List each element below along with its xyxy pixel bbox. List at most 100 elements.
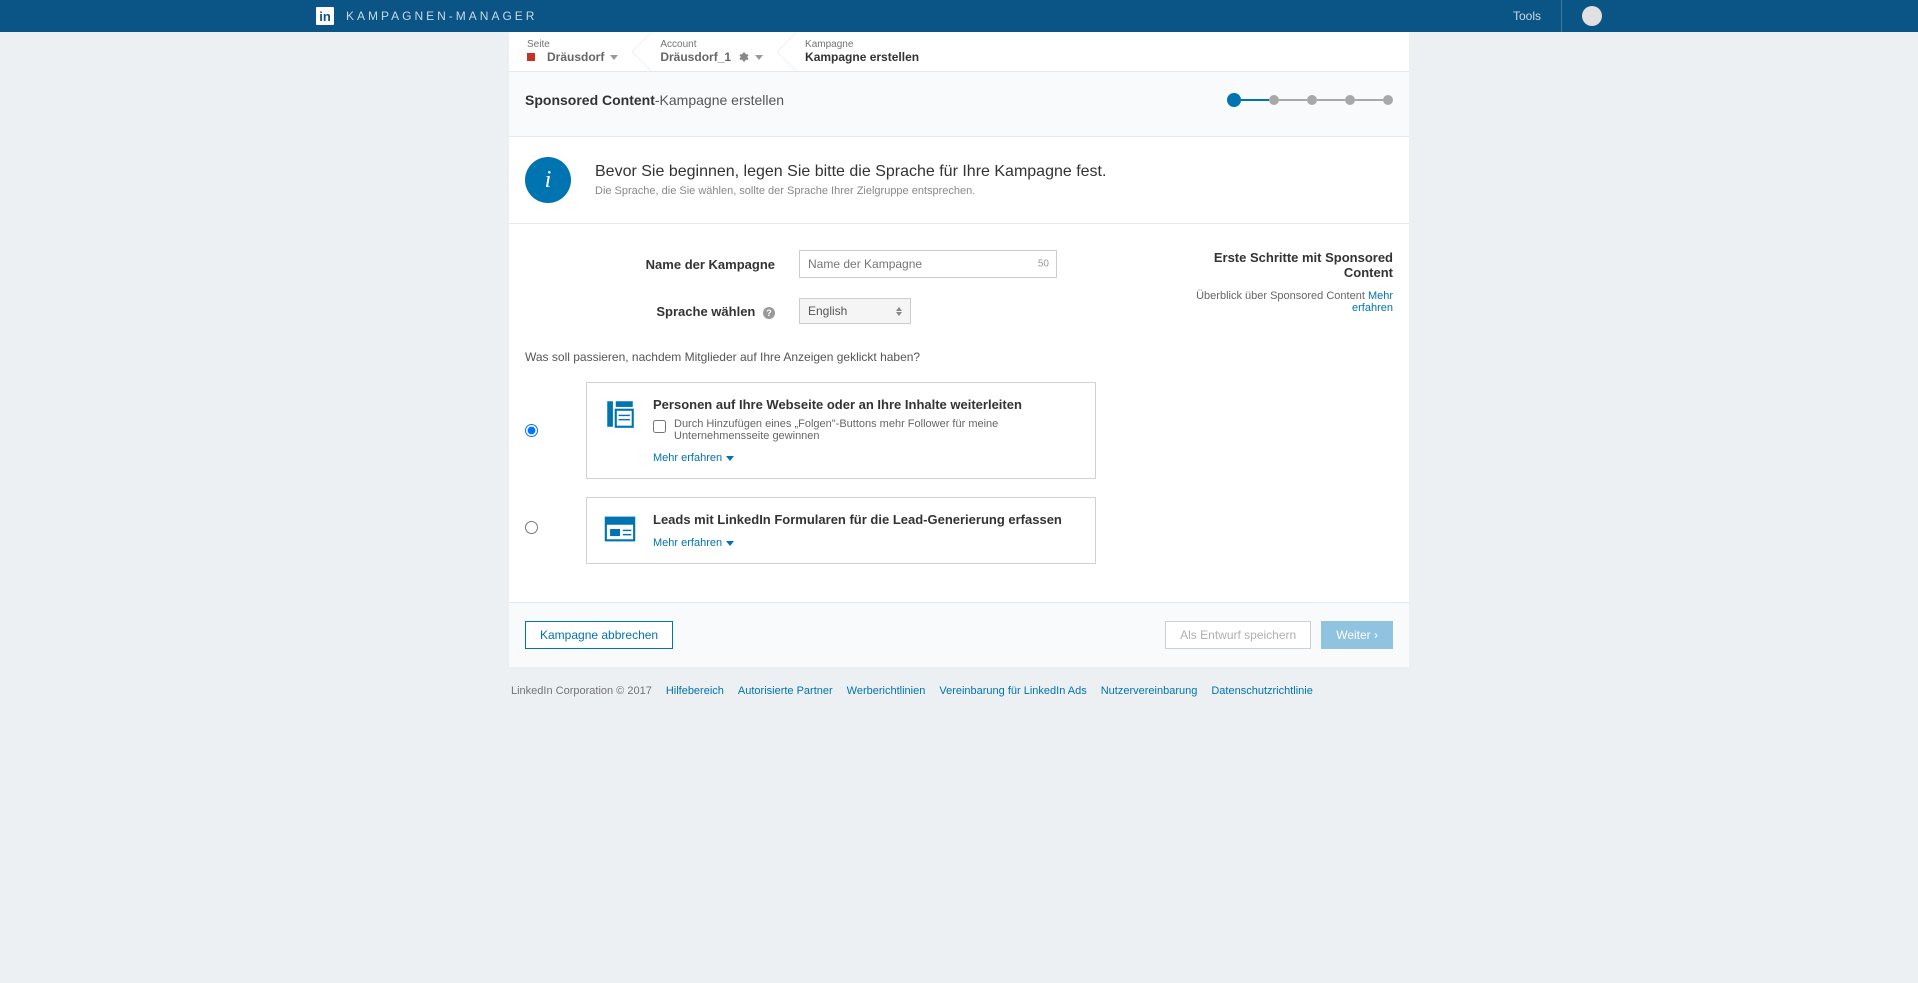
save-draft-button[interactable]: Als Entwurf speichern	[1165, 621, 1311, 649]
topbar-divider	[1561, 0, 1562, 32]
linkedin-logo-icon[interactable]: in	[316, 7, 334, 25]
next-button[interactable]: Weiter ›	[1321, 621, 1393, 649]
page-header: Sponsored Content-Kampagne erstellen	[509, 72, 1409, 137]
step-line	[1317, 99, 1345, 101]
crumb-seite[interactable]: Seite Dräusdorf	[509, 32, 642, 71]
footer-bar: Kampagne abbrechen Als Entwurf speichern…	[509, 602, 1409, 667]
step-5-dot	[1383, 95, 1393, 105]
campaign-name-input[interactable]	[799, 250, 1057, 278]
char-counter: 50	[1038, 259, 1049, 270]
help-icon[interactable]: ?	[763, 307, 775, 319]
crumb-kampagne-value: Kampagne erstellen	[805, 50, 919, 64]
website-content-icon	[603, 397, 637, 431]
option-1-checkbox-label: Durch Hinzufügen eines „Folgen"-Buttons …	[674, 418, 1079, 442]
crumb-seite-label: Seite	[527, 39, 618, 50]
tools-menu[interactable]: Tools	[1513, 9, 1541, 23]
input-wrap: 50	[799, 250, 1057, 278]
row-language: Sprache wählen ? English	[525, 298, 1133, 324]
step-1-dot	[1227, 93, 1241, 107]
crumb-account-label: Account	[660, 39, 763, 50]
side-title: Erste Schritte mit Sponsored Content	[1173, 250, 1393, 280]
footer-link[interactable]: Datenschutzrichtlinie	[1211, 685, 1313, 697]
label-campaign-name: Name der Kampagne	[525, 257, 775, 272]
crumb-kampagne: Kampagne Kampagne erstellen	[787, 32, 943, 71]
gear-icon[interactable]	[737, 51, 749, 63]
crumb-seite-value: Dräusdorf	[527, 50, 618, 64]
option-row-1: Personen auf Ihre Webseite oder an Ihre …	[525, 382, 1393, 479]
radio-wrap	[525, 497, 538, 537]
crumb-seite-text: Dräusdorf	[547, 50, 604, 64]
option-2-card[interactable]: Leads mit LinkedIn Formularen für die Le…	[586, 497, 1096, 564]
seite-color-icon	[527, 53, 535, 61]
progress-stepper	[1227, 93, 1393, 107]
footer-link[interactable]: Autorisierte Partner	[738, 685, 833, 697]
option-2-learn-more[interactable]: Mehr erfahren	[653, 537, 734, 549]
side-text: Überblick über Sponsored Content Mehr er…	[1173, 290, 1393, 314]
step-2-dot	[1269, 95, 1279, 105]
learn-more-text: Mehr erfahren	[653, 537, 722, 549]
step-line	[1355, 99, 1383, 101]
lead-form-icon	[603, 512, 637, 546]
app-title: KAMPAGNEN-MANAGER	[346, 9, 537, 23]
options: Personen auf Ihre Webseite oder an Ihre …	[509, 382, 1409, 602]
info-text: Bevor Sie beginnen, legen Sie bitte die …	[595, 163, 1106, 197]
cancel-campaign-button[interactable]: Kampagne abbrechen	[525, 621, 673, 649]
crumb-account-text: Dräusdorf_1	[660, 50, 731, 64]
row-campaign-name: Name der Kampagne 50	[525, 250, 1133, 278]
side-desc: Überblick über Sponsored Content	[1196, 290, 1368, 302]
step-3-dot	[1307, 95, 1317, 105]
page-footer: LinkedIn Corporation © 2017 Hilfebereich…	[509, 685, 1409, 697]
caret-down-icon	[610, 55, 618, 60]
breadcrumb: Seite Dräusdorf Account Dräusdorf_1 Kamp…	[509, 32, 1409, 72]
option-1-card[interactable]: Personen auf Ihre Webseite oder an Ihre …	[586, 382, 1096, 479]
form-main: Name der Kampagne 50 Sprache wählen ? En…	[525, 250, 1133, 344]
follow-button-checkbox[interactable]	[653, 420, 666, 433]
option-1-title: Personen auf Ihre Webseite oder an Ihre …	[653, 397, 1079, 412]
page-title-rest: -Kampagne erstellen	[655, 92, 784, 108]
step-line	[1241, 99, 1269, 101]
chevron-down-icon	[726, 456, 734, 461]
footer-right: Als Entwurf speichern Weiter ›	[1165, 621, 1393, 649]
form-area: Name der Kampagne 50 Sprache wählen ? En…	[509, 224, 1409, 344]
card-body: Personen auf Ihre Webseite oder an Ihre …	[653, 397, 1079, 464]
step-4-dot	[1345, 95, 1355, 105]
main-container: Seite Dräusdorf Account Dräusdorf_1 Kamp…	[509, 32, 1409, 667]
label-language-text: Sprache wählen	[656, 304, 755, 319]
card-body: Leads mit LinkedIn Formularen für die Le…	[653, 512, 1079, 549]
info-title: Bevor Sie beginnen, legen Sie bitte die …	[595, 163, 1106, 181]
footer-link[interactable]: Hilfebereich	[666, 685, 724, 697]
topbar-right: Tools	[1513, 0, 1602, 32]
option-1-radio[interactable]	[525, 424, 538, 437]
crumb-account-value: Dräusdorf_1	[660, 50, 763, 64]
footer-link[interactable]: Werberichtlinien	[847, 685, 926, 697]
language-value: English	[808, 304, 847, 318]
footer-link[interactable]: Vereinbarung für LinkedIn Ads	[939, 685, 1086, 697]
select-arrows-icon	[896, 307, 902, 316]
step-line	[1279, 99, 1307, 101]
language-select[interactable]: English	[799, 298, 911, 324]
info-subtitle: Die Sprache, die Sie wählen, sollte der …	[595, 185, 1106, 197]
avatar[interactable]	[1582, 6, 1602, 26]
label-language: Sprache wählen ?	[525, 304, 775, 319]
option-2-radio[interactable]	[525, 521, 538, 534]
option-row-2: Leads mit LinkedIn Formularen für die Le…	[525, 497, 1393, 564]
info-icon: i	[525, 157, 571, 203]
topbar-left: in KAMPAGNEN-MANAGER	[316, 7, 537, 25]
page-title-bold: Sponsored Content	[525, 92, 655, 108]
learn-more-text: Mehr erfahren	[653, 452, 722, 464]
caret-down-icon	[755, 55, 763, 60]
chevron-down-icon	[726, 541, 734, 546]
crumb-kampagne-label: Kampagne	[805, 39, 919, 50]
footer-link[interactable]: Nutzervereinbarung	[1101, 685, 1198, 697]
page-title: Sponsored Content-Kampagne erstellen	[525, 92, 784, 108]
topbar: in KAMPAGNEN-MANAGER Tools	[0, 0, 1918, 32]
radio-wrap	[525, 382, 538, 440]
form-side: Erste Schritte mit Sponsored Content Übe…	[1173, 250, 1393, 344]
info-band: i Bevor Sie beginnen, legen Sie bitte di…	[509, 137, 1409, 224]
question-text: Was soll passieren, nachdem Mitglieder a…	[525, 350, 1409, 364]
option-1-checkbox-row[interactable]: Durch Hinzufügen eines „Folgen"-Buttons …	[653, 418, 1079, 442]
crumb-account[interactable]: Account Dräusdorf_1	[642, 32, 787, 71]
copyright: LinkedIn Corporation © 2017	[511, 685, 652, 697]
option-2-title: Leads mit LinkedIn Formularen für die Le…	[653, 512, 1079, 527]
option-1-learn-more[interactable]: Mehr erfahren	[653, 452, 734, 464]
